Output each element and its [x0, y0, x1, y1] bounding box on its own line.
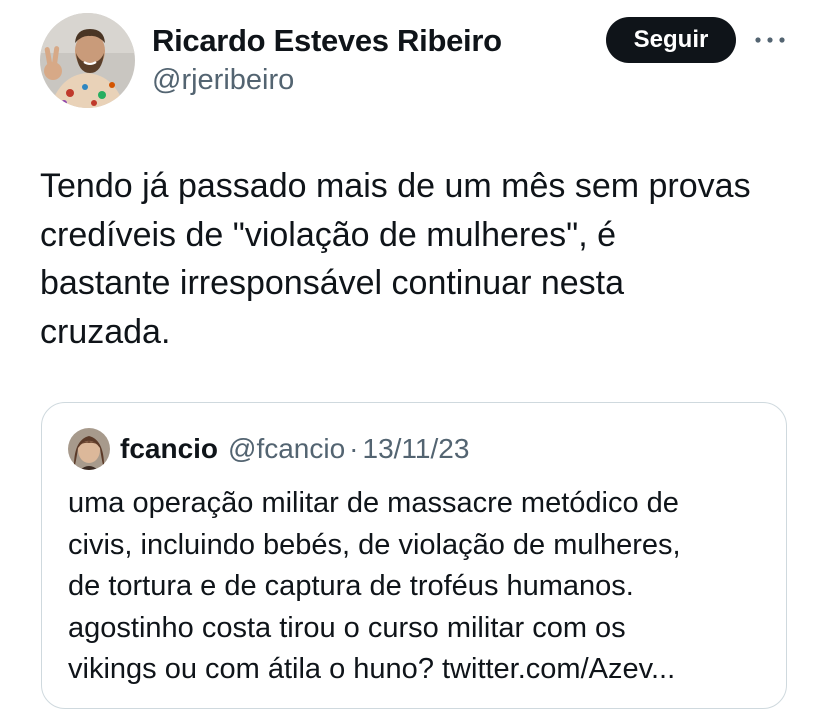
- quoted-author-name[interactable]: fcancio: [120, 433, 218, 465]
- more-horizontal-icon: [755, 37, 785, 43]
- quoted-tweet-card[interactable]: fcancio @fcancio · 13/11/23 uma operação…: [41, 402, 787, 709]
- author-handle[interactable]: @rjeribeiro: [152, 64, 294, 97]
- quoted-tweet-header: fcancio @fcancio · 13/11/23: [120, 433, 469, 465]
- more-options-button[interactable]: [752, 28, 788, 52]
- quoted-tweet-date[interactable]: 13/11/23: [363, 433, 470, 465]
- follow-button[interactable]: Seguir: [606, 17, 736, 63]
- author-avatar[interactable]: [40, 13, 135, 108]
- quoted-author-avatar[interactable]: [68, 428, 110, 470]
- tweet-text: Tendo já passado mais de um mês sem prov…: [40, 167, 751, 351]
- header-separator: ·: [349, 433, 359, 464]
- tweet-view: Ricardo Esteves Ribeiro @rjeribeiro Segu…: [0, 0, 828, 728]
- author-name[interactable]: Ricardo Esteves Ribeiro: [152, 23, 502, 59]
- quoted-tweet-text: uma operação militar de massacre metódic…: [68, 487, 681, 685]
- quoted-author-handle[interactable]: @fcancio: [228, 433, 345, 465]
